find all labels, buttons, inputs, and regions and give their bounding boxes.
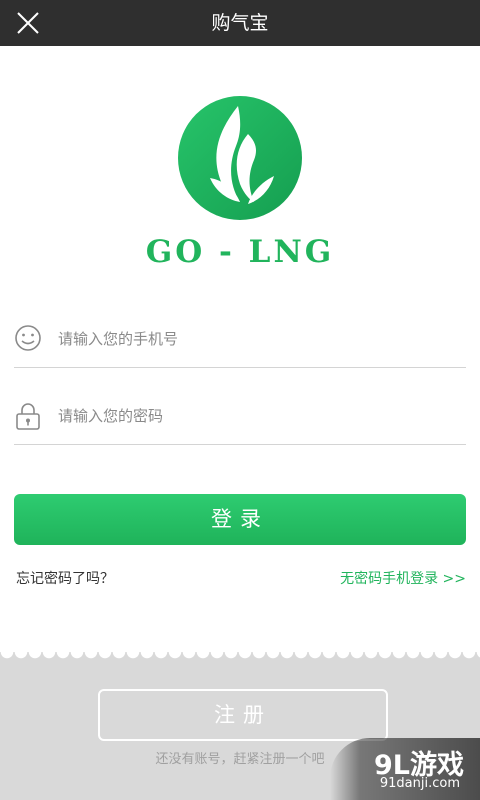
lock-icon: [16, 403, 40, 430]
password-field: [14, 393, 466, 445]
smiley-face-icon: [15, 325, 41, 351]
phone-underline: [14, 367, 466, 368]
scalloped-divider: [0, 652, 480, 662]
top-bar: 购气宝: [0, 0, 480, 46]
password-input[interactable]: [58, 399, 458, 433]
password-underline: [14, 444, 466, 445]
app-logo: [178, 96, 302, 220]
phone-input[interactable]: [58, 322, 458, 356]
phone-field: [14, 316, 466, 368]
page-title: 购气宝: [211, 12, 269, 34]
watermark: 9L游戏 91danji.com: [330, 738, 480, 800]
forgot-password-link[interactable]: 忘记密码了吗？: [16, 568, 114, 588]
logo-wordmark: GO - LNG: [145, 234, 335, 270]
leaf-flame-logo-icon: [178, 96, 302, 220]
sms-login-link[interactable]: 无密码手机登录 >>: [340, 568, 466, 588]
watermark-url: 91danji.com: [379, 776, 460, 791]
login-button[interactable]: 登录: [14, 494, 466, 545]
register-button[interactable]: 注册: [98, 689, 388, 741]
